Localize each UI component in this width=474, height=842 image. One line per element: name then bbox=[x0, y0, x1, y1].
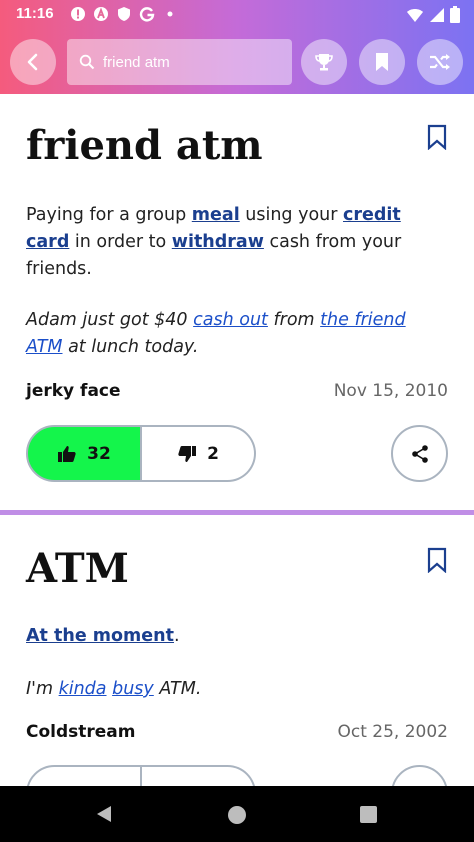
downvote-button[interactable]: 2 bbox=[142, 425, 256, 482]
random-button[interactable] bbox=[417, 39, 463, 85]
upvote-count: 32 bbox=[87, 443, 111, 464]
shuffle-icon bbox=[430, 54, 450, 70]
thumbs-up-icon bbox=[58, 445, 76, 462]
g-icon bbox=[139, 7, 155, 22]
trophy-icon bbox=[315, 54, 333, 71]
definition-example: Adam just got $40 cash out from the frie… bbox=[26, 307, 426, 361]
bookmark-outline-icon[interactable] bbox=[426, 124, 448, 150]
definition-date: Oct 25, 2002 bbox=[337, 722, 449, 742]
definition-example: I'm kinda busy ATM. bbox=[26, 676, 426, 703]
back-icon bbox=[27, 53, 38, 71]
share-icon bbox=[411, 444, 428, 463]
app-header: 11:16 friend atm bbox=[0, 0, 474, 94]
a-icon bbox=[94, 7, 108, 21]
text-fragment: in order to bbox=[69, 232, 172, 252]
shield-icon bbox=[118, 7, 130, 21]
bookmark-icon bbox=[376, 53, 388, 71]
inline-link[interactable]: kinda bbox=[59, 679, 107, 699]
downvote-count: 2 bbox=[207, 443, 219, 464]
text-fragment: at lunch today. bbox=[62, 337, 199, 357]
nav-recents-icon[interactable] bbox=[360, 806, 377, 823]
text-fragment: I'm bbox=[26, 679, 59, 699]
warning-icon bbox=[71, 7, 85, 21]
inline-link[interactable]: cash out bbox=[193, 310, 268, 330]
wifi-icon bbox=[407, 8, 423, 22]
upvote-button[interactable]: 32 bbox=[26, 425, 142, 482]
text-fragment: Paying for a group bbox=[26, 205, 192, 225]
battery-icon bbox=[450, 6, 460, 23]
nav-back-icon[interactable] bbox=[95, 804, 113, 824]
status-icons-left bbox=[70, 6, 178, 22]
definition-meaning: At the moment. bbox=[26, 623, 426, 650]
share-button[interactable] bbox=[391, 425, 448, 482]
definition-meaning: Paying for a group meal using your credi… bbox=[26, 202, 426, 283]
author-link[interactable]: jerky face bbox=[26, 381, 121, 401]
search-query: friend atm bbox=[103, 53, 170, 71]
back-button[interactable] bbox=[10, 39, 56, 85]
text-fragment: Adam just got $40 bbox=[26, 310, 194, 330]
text-fragment: from bbox=[267, 310, 321, 330]
text-fragment: . bbox=[173, 626, 180, 646]
status-icons-right bbox=[406, 6, 460, 23]
inline-link[interactable]: busy bbox=[112, 679, 154, 699]
inline-link[interactable]: withdraw bbox=[172, 232, 264, 252]
bookmarks-button[interactable] bbox=[359, 39, 405, 85]
thumbs-down-icon bbox=[178, 445, 197, 462]
text-fragment: ATM. bbox=[153, 679, 202, 699]
screen: 11:16 friend atm friend atm Paying for a… bbox=[0, 0, 474, 842]
definition-date: Nov 15, 2010 bbox=[333, 381, 448, 401]
search-icon bbox=[79, 54, 95, 70]
downvote-button[interactable] bbox=[142, 765, 256, 786]
status-time: 11:16 bbox=[16, 5, 54, 22]
nav-home-icon[interactable] bbox=[228, 806, 246, 824]
trophy-button[interactable] bbox=[301, 39, 347, 85]
author-link[interactable]: Coldstream bbox=[26, 722, 136, 742]
definition-card: ATM At the moment. I'm kinda busy ATM. C… bbox=[0, 515, 474, 786]
dot-icon bbox=[167, 11, 173, 17]
bookmark-outline-icon[interactable] bbox=[426, 547, 448, 573]
text-fragment: using your bbox=[239, 205, 344, 225]
signal-icon bbox=[430, 7, 444, 22]
inline-link[interactable]: meal bbox=[192, 205, 240, 225]
inline-link[interactable]: At the moment bbox=[26, 626, 174, 646]
upvote-button[interactable] bbox=[26, 765, 142, 786]
definition-word: friend atm bbox=[26, 122, 263, 169]
definition-card: friend atm Paying for a group meal using… bbox=[0, 94, 474, 510]
search-input[interactable]: friend atm bbox=[67, 39, 292, 85]
status-bar: 11:16 bbox=[0, 0, 474, 28]
share-button[interactable] bbox=[391, 765, 448, 786]
definition-word: ATM bbox=[26, 545, 129, 592]
